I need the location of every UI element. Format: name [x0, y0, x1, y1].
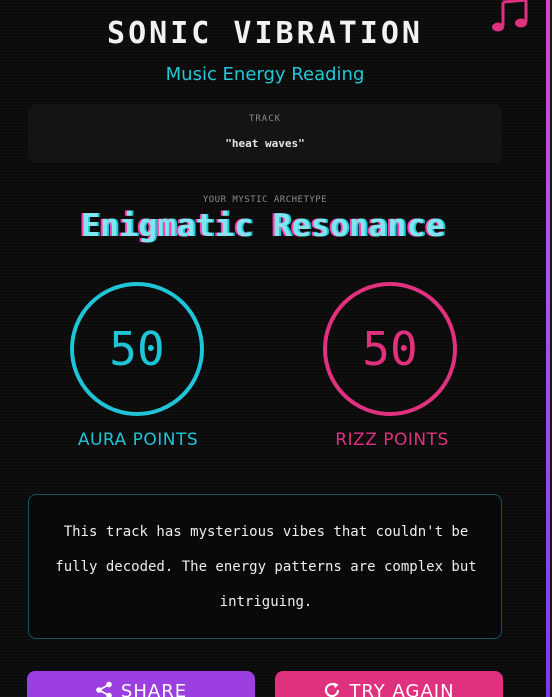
aura-points-ring: 50	[70, 282, 204, 416]
reading-message-box: This track has mysterious vibes that cou…	[28, 494, 502, 639]
page-title: SONIC VIBRATION	[107, 16, 423, 51]
track-label: TRACK	[248, 114, 282, 124]
try-again-button[interactable]: TRY AGAIN	[275, 671, 503, 697]
track-name: "heat waves"	[225, 137, 305, 150]
share-button-label: SHARE	[120, 681, 188, 697]
share-button[interactable]: SHARE	[27, 671, 255, 697]
rizz-points-ring: 50	[323, 282, 457, 416]
share-icon	[96, 681, 112, 697]
reading-message: This track has mysterious vibes that cou…	[55, 524, 477, 610]
page-subtitle: Music Energy Reading	[165, 64, 365, 85]
aura-points-label: AURA POINTS	[77, 430, 199, 450]
refresh-icon	[325, 682, 340, 697]
rizz-points-value: 50	[362, 322, 418, 376]
try-again-button-label: TRY AGAIN	[349, 681, 455, 697]
archetype-label: YOUR MYSTIC ARCHETYPE	[202, 195, 328, 205]
archetype-name: Enigmatic Resonance	[80, 208, 446, 244]
result-card: SONIC VIBRATION Music Energy Reading TRA…	[0, 0, 548, 697]
track-box: TRACK "heat waves"	[28, 104, 502, 163]
aura-points-value: 50	[109, 322, 165, 376]
rizz-points-label: RIZZ POINTS	[335, 430, 449, 450]
